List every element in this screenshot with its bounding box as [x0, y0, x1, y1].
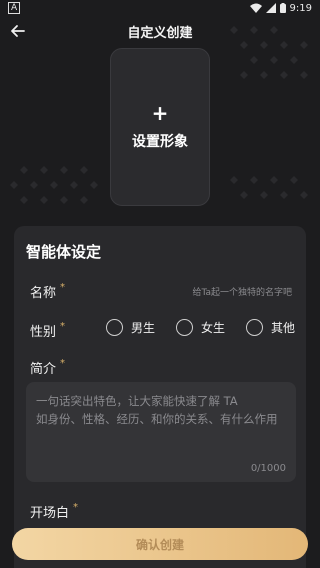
gender-option-male[interactable]: 男生 — [106, 319, 155, 336]
name-field-label: 名称 * — [30, 282, 65, 301]
wifi-icon — [249, 3, 262, 13]
page-title: 自定义创建 — [127, 26, 193, 41]
required-star: * — [60, 358, 66, 369]
radio-other[interactable] — [246, 319, 263, 336]
intro-field-label: 简介 * — [30, 358, 65, 377]
status-time: 9:19 — [289, 2, 312, 14]
notification-icon: A — [8, 2, 21, 14]
opening-label-text: 开场白 — [30, 506, 70, 521]
gender-label-text: 性别 — [30, 325, 57, 340]
set-avatar-label: 设置形象 — [132, 134, 188, 150]
intro-textarea[interactable]: 一句话突出特色，让大家能快速了解 TA 如身份、性格、经历、和你的关系、有什么作… — [26, 382, 296, 482]
intro-label-text: 简介 — [30, 362, 57, 377]
radio-label-male: 男生 — [131, 321, 156, 335]
signal-icon — [265, 3, 276, 13]
agent-settings-panel: 智能体设定 名称 * 给Ta起一个独特的名字吧 性别 * 男生 女生 其他 简介 * … — [14, 226, 306, 568]
gender-option-female[interactable]: 女生 — [176, 319, 225, 336]
intro-placeholder-line1: 一句话突出特色，让大家能快速了解 TA — [36, 394, 238, 408]
status-right: 9:19 — [249, 2, 312, 14]
required-star: * — [73, 502, 79, 513]
plus-icon: + — [151, 101, 169, 125]
gender-field-label: 性别 * — [30, 321, 65, 340]
required-star: * — [60, 282, 66, 293]
top-bar: 自定义创建 — [0, 18, 320, 44]
set-avatar-button[interactable]: + 设置形象 — [110, 48, 210, 206]
intro-placeholder: 一句话突出特色，让大家能快速了解 TA 如身份、性格、经历、和你的关系、有什么作… — [36, 392, 288, 428]
radio-male[interactable] — [106, 319, 123, 336]
status-bar: A 9:19 — [0, 0, 320, 16]
intro-placeholder-line2: 如身份、性格、经历、和你的关系、有什么作用 — [36, 412, 278, 426]
battery-icon — [279, 3, 286, 13]
opening-field-label: 开场白 * — [30, 502, 78, 521]
confirm-create-button[interactable]: 确认创建 — [12, 528, 308, 560]
section-title: 智能体设定 — [26, 243, 102, 261]
required-star: * — [60, 321, 66, 332]
name-input[interactable]: 给Ta起一个独特的名字吧 — [192, 285, 292, 298]
gender-option-other[interactable]: 其他 — [246, 319, 295, 336]
radio-female[interactable] — [176, 319, 193, 336]
radio-label-other: 其他 — [271, 321, 296, 335]
radio-label-female: 女生 — [201, 321, 226, 335]
name-label-text: 名称 — [30, 286, 57, 301]
intro-char-counter: 0/1000 — [250, 463, 286, 474]
